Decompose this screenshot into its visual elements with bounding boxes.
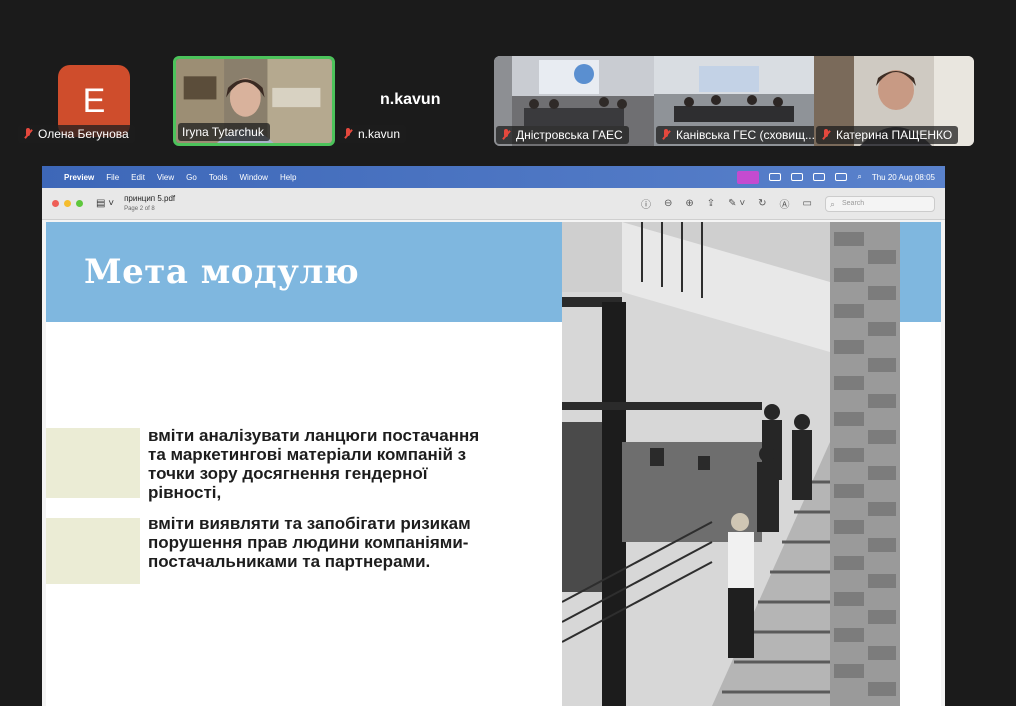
- muted-mic-icon: [660, 129, 672, 141]
- search-input[interactable]: Search: [825, 195, 935, 212]
- participant-name-label: Iryna Tytarchuk: [178, 123, 270, 141]
- slide-bullet-2: вміти виявляти та запобігати ризикам пор…: [148, 514, 471, 571]
- shared-screen: Preview File Edit View Go Tools Window H…: [42, 166, 945, 706]
- minimize-window-icon[interactable]: [64, 200, 71, 207]
- participant-name: Катерина ПАЩЕНКО: [836, 128, 953, 142]
- menubar-status-area: ⌕ Thu 20 Aug 08:05: [737, 170, 945, 184]
- muted-mic-icon: [22, 128, 34, 140]
- display-icon[interactable]: [769, 173, 782, 181]
- participant-name-label: Канівська ГЕС (сховищ...: [656, 126, 814, 144]
- preview-toolbar: ▤ ˅ принцип 5.pdf Page 2 of 8 ⓘ ⊖ ⊕ ⇪ ✎ …: [42, 188, 945, 220]
- participant-name-label: n.kavun: [338, 125, 407, 143]
- muted-mic-icon: [342, 128, 354, 140]
- zoom-in-icon[interactable]: ⊕: [685, 198, 693, 209]
- annotate-icon[interactable]: Ⓐ: [780, 196, 790, 211]
- rotate-icon[interactable]: ↻: [758, 198, 766, 209]
- participant-name-label: Катерина ПАЩЕНКО: [816, 126, 959, 144]
- participant-display-name: n.kavun: [380, 91, 441, 108]
- menu-item-tools[interactable]: Tools: [209, 173, 228, 182]
- menu-app-name[interactable]: Preview: [64, 173, 94, 182]
- menu-item-go[interactable]: Go: [186, 173, 197, 182]
- form-fill-icon[interactable]: ▭: [803, 198, 812, 209]
- pdf-slide: Мета модулю вміти аналізувати ланцюги по…: [46, 222, 941, 706]
- zoom-window-icon[interactable]: [76, 200, 83, 207]
- menu-item-file[interactable]: File: [106, 173, 119, 182]
- participant-name: n.kavun: [358, 127, 401, 141]
- document-file-name: принцип 5.pdf: [124, 193, 176, 203]
- slide-title: Мета модулю: [84, 252, 360, 292]
- slide-photo-staircase: [562, 222, 900, 706]
- participant-name: Канівська ГЕС (сховищ...: [676, 128, 814, 142]
- participant-name: Дністровська ГАЕС: [516, 128, 623, 142]
- toolbar-actions: ⓘ ⊖ ⊕ ⇪ ✎ ˅ ↻ Ⓐ ▭ Search: [641, 195, 935, 212]
- menu-item-window[interactable]: Window: [240, 173, 268, 182]
- participant-name-label: Дністровська ГАЕС: [496, 126, 629, 144]
- info-icon[interactable]: ⓘ: [641, 196, 651, 211]
- battery-icon[interactable]: [835, 173, 848, 181]
- menubar-clock[interactable]: Thu 20 Aug 08:05: [872, 173, 935, 182]
- participant-name: Iryna Tytarchuk: [182, 125, 264, 139]
- menu-item-view[interactable]: View: [157, 173, 174, 182]
- close-window-icon[interactable]: [52, 200, 59, 207]
- wifi-icon[interactable]: [813, 173, 826, 181]
- screen-share-icon[interactable]: [737, 170, 760, 184]
- menu-item-edit[interactable]: Edit: [131, 173, 145, 182]
- bullet-block-decoration: [46, 428, 140, 498]
- participant-tile-dnistrovska[interactable]: Дністровська ГАЕС: [494, 56, 654, 146]
- zoom-out-icon[interactable]: ⊖: [664, 198, 672, 209]
- participant-tile-kateryna[interactable]: Катерина ПАЩЕНКО: [814, 56, 974, 146]
- markup-pen-icon[interactable]: ✎ ˅: [728, 198, 745, 209]
- keyboard-icon[interactable]: [791, 173, 804, 181]
- sidebar-toggle-icon[interactable]: ▤ ˅: [96, 198, 114, 209]
- mac-menubar: Preview File Edit View Go Tools Window H…: [42, 166, 945, 188]
- participant-name: Олена Бегунова: [38, 127, 129, 141]
- muted-mic-icon: [820, 129, 832, 141]
- bullet-block-decoration: [46, 518, 140, 584]
- slide-bullet-1: вміти аналізувати ланцюги постачання та …: [148, 426, 480, 502]
- search-icon[interactable]: ⌕: [857, 172, 861, 182]
- muted-mic-icon: [500, 129, 512, 141]
- document-title-block: принцип 5.pdf Page 2 of 8: [124, 194, 175, 214]
- document-page-info: Page 2 of 8: [124, 205, 155, 212]
- participant-tile-kanivska[interactable]: Канівська ГЕС (сховищ...: [654, 56, 814, 146]
- participant-tile-iryna[interactable]: Iryna Tytarchuk: [173, 56, 335, 146]
- menu-item-help[interactable]: Help: [280, 173, 296, 182]
- participant-name-label: Олена Бегунова: [18, 125, 135, 143]
- share-icon[interactable]: ⇪: [707, 198, 715, 209]
